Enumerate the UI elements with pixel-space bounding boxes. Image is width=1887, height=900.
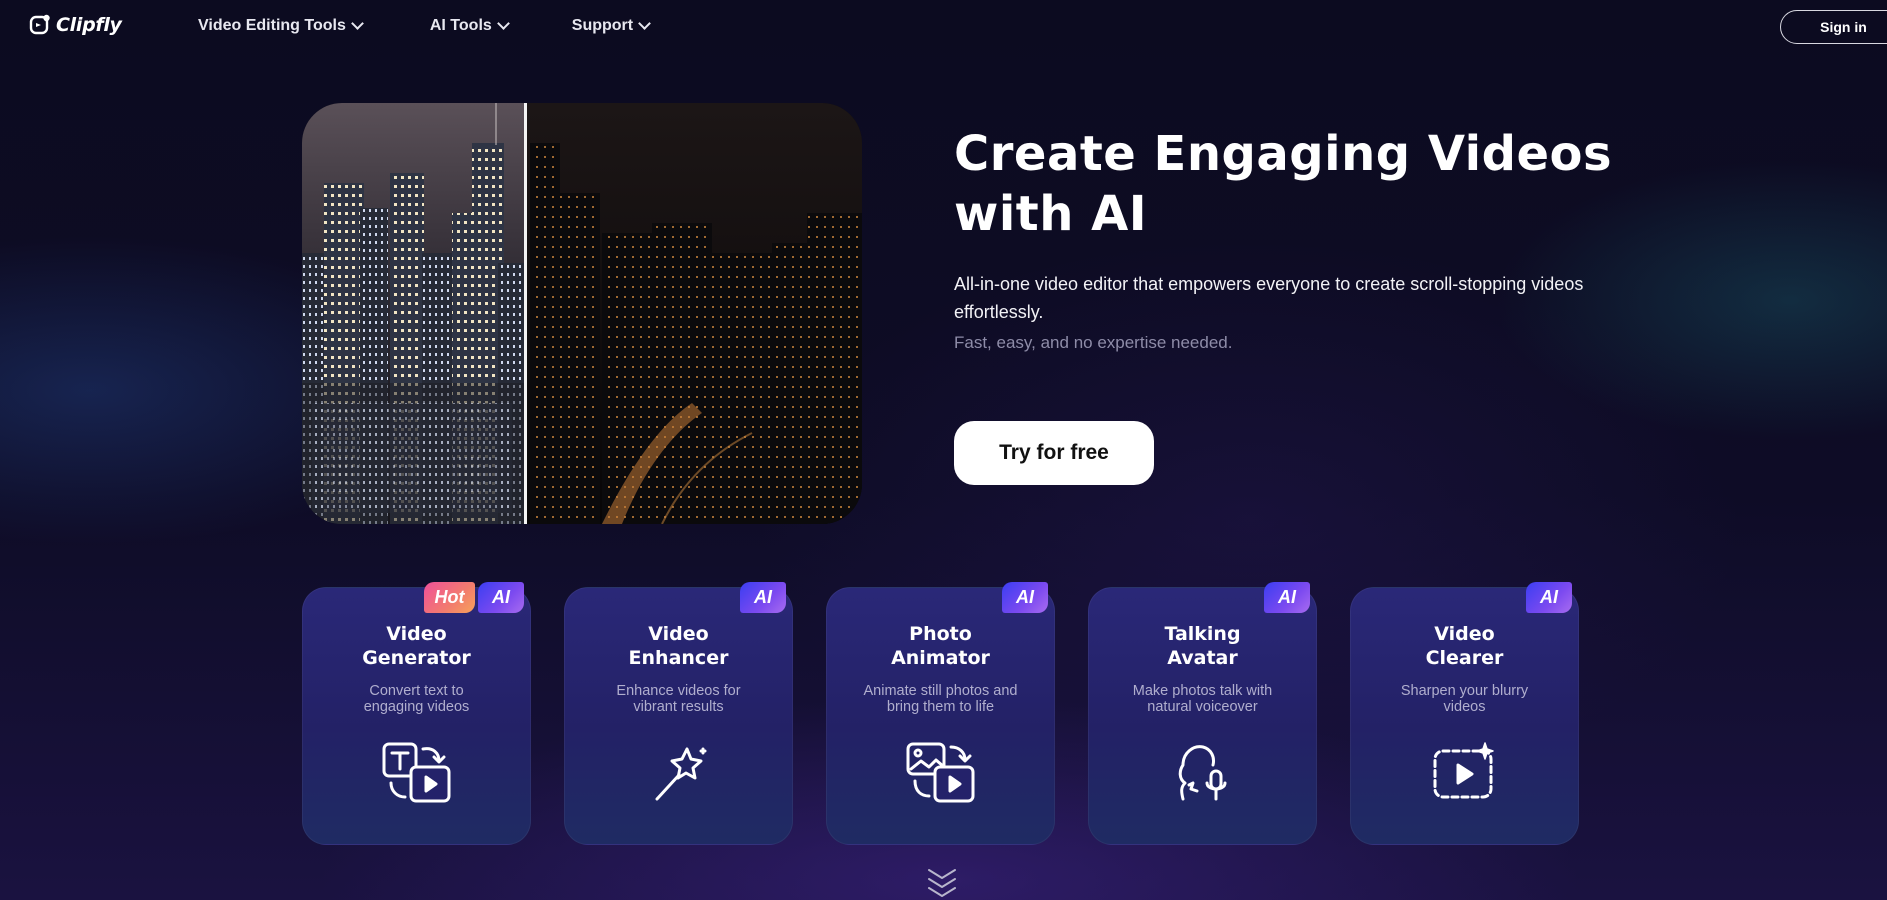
hero-title-line-1: Create Engaging Videos <box>954 126 1613 182</box>
chevron-down-icon <box>496 17 510 30</box>
main-nav: Video Editing Tools AI Tools Support <box>198 17 651 35</box>
nav-label: AI Tools <box>429 17 492 34</box>
card-badges: AI <box>1264 582 1310 613</box>
card-badges: AI <box>1002 582 1048 613</box>
photo-to-video-icon <box>906 742 974 803</box>
card-title: Photo Animator <box>891 623 990 669</box>
nav-support[interactable]: Support <box>571 17 651 35</box>
hero-subtitle: All-in-one video editor that empowers ev… <box>954 274 1584 322</box>
chevron-down-icon <box>638 17 651 30</box>
text-to-video-icon <box>382 742 450 803</box>
clipfly-logo-icon <box>29 14 50 35</box>
card-badges: AI <box>740 582 786 613</box>
ai-badge: AI <box>1002 582 1048 613</box>
card-description: Enhance videos for vibrant results <box>616 683 741 715</box>
sign-in-button[interactable]: Sign in <box>1780 10 1887 44</box>
card-badges: Hot AI <box>424 582 524 613</box>
nav-ai-tools[interactable]: AI Tools <box>429 17 510 35</box>
talking-head-microphone-icon <box>1178 745 1226 801</box>
hero-note: Fast, easy, and no expertise needed. <box>954 333 1233 352</box>
ai-badge: AI <box>478 582 524 613</box>
chevron-down-icon <box>350 17 364 30</box>
hero-title: Create Engaging Videos with AI <box>954 124 1654 244</box>
ai-badge: AI <box>1526 582 1572 613</box>
card-description: Animate still photos and bring them to li… <box>863 683 1018 715</box>
sparkle-video-icon <box>1433 742 1494 799</box>
hero-comparison-image <box>302 103 862 524</box>
tool-card-video-generator[interactable]: Hot AI Video Generator Convert text to eng… <box>302 582 531 845</box>
tool-card-video-enhancer[interactable]: AI Video Enhancer Enhance videos for vibra… <box>564 582 793 845</box>
card-description: Convert text to engaging videos <box>363 683 470 715</box>
nav-video-editing-tools[interactable]: Video Editing Tools <box>198 17 364 35</box>
try-for-free-button[interactable]: Try for free <box>954 421 1154 485</box>
magic-wand-icon <box>655 747 706 801</box>
site-header: Clipfly Video Editing Tools AI Tools Sup… <box>0 0 1887 56</box>
nav-label: Support <box>571 17 634 34</box>
hero-title-line-2: with AI <box>954 186 1148 242</box>
card-description: Sharpen your blurry videos <box>1400 683 1529 715</box>
card-title: Video Generator <box>362 623 471 669</box>
card-badges: AI <box>1526 582 1572 613</box>
tool-card-video-clearer[interactable]: AI Video Clearer Sharpen your blurry video… <box>1350 582 1579 845</box>
tool-card-talking-avatar[interactable]: AI Talking Avatar Make photos talk with na… <box>1088 582 1317 845</box>
card-title: Talking Avatar <box>1164 623 1241 669</box>
city-night-image <box>302 103 862 524</box>
card-title: Video Enhancer <box>628 623 729 669</box>
nav-label: Video Editing Tools <box>198 17 346 34</box>
tool-card-photo-animator[interactable]: AI Photo Animator Animate still photos an… <box>826 582 1055 845</box>
brand-name: Clipfly <box>56 14 122 36</box>
scroll-down-icon[interactable] <box>927 868 957 900</box>
ai-badge: AI <box>1264 582 1310 613</box>
card-description: Make photos talk with natural voiceover <box>1132 683 1273 715</box>
ai-badge: AI <box>740 582 786 613</box>
brand-logo[interactable]: Clipfly <box>29 14 122 36</box>
hot-badge: Hot <box>424 582 475 613</box>
card-title: Video Clearer <box>1425 623 1504 669</box>
